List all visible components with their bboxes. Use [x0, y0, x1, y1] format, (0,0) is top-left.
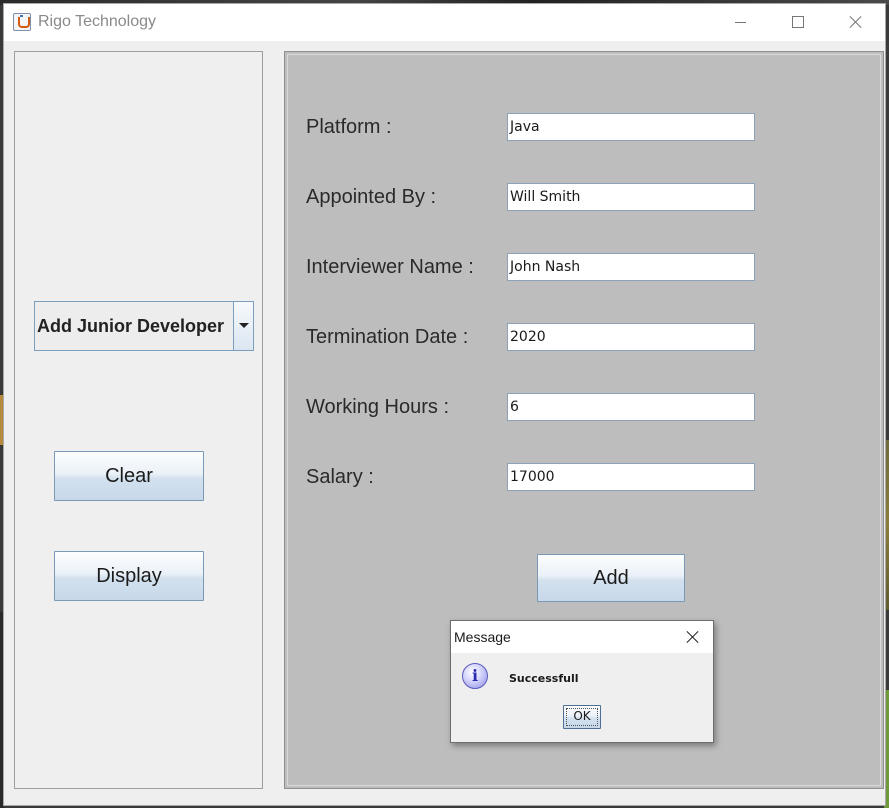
- working-hours-field[interactable]: 6: [507, 393, 755, 421]
- left-panel: Add Junior Developer Clear Display: [14, 51, 263, 789]
- app-window: Rigo Technology Add Junior Developer Cle…: [3, 3, 886, 806]
- developer-type-combo[interactable]: Add Junior Developer: [34, 301, 254, 351]
- clear-button[interactable]: Clear: [54, 451, 204, 501]
- dialog-title: Message: [454, 629, 511, 645]
- ok-button[interactable]: OK: [563, 705, 601, 729]
- minimize-button[interactable]: [711, 4, 769, 41]
- maximize-button[interactable]: [769, 4, 827, 41]
- working-hours-label: Working Hours :: [306, 396, 450, 418]
- interviewer-name-field[interactable]: John Nash: [507, 253, 755, 281]
- close-icon[interactable]: [685, 629, 701, 645]
- message-dialog: Message i Successfull OK: [450, 620, 714, 743]
- add-button[interactable]: Add: [537, 554, 685, 602]
- salary-field[interactable]: 17000: [507, 463, 755, 491]
- termination-date-label: Termination Date :: [306, 326, 469, 348]
- interviewer-name-label: Interviewer Name :: [306, 256, 474, 278]
- java-app-icon: [13, 13, 31, 31]
- chevron-down-icon[interactable]: [233, 302, 253, 350]
- platform-label: Platform :: [306, 116, 392, 138]
- title-bar[interactable]: Rigo Technology: [4, 4, 885, 41]
- appointed-by-field[interactable]: Will Smith: [507, 183, 755, 211]
- termination-date-field[interactable]: 2020: [507, 323, 755, 351]
- window-title: Rigo Technology: [38, 13, 157, 30]
- combo-selected-value: Add Junior Developer: [37, 316, 225, 336]
- appointed-by-label: Appointed By :: [306, 186, 437, 208]
- platform-field[interactable]: Java: [507, 113, 755, 141]
- dialog-title-bar[interactable]: Message: [451, 621, 713, 653]
- display-button[interactable]: Display: [54, 551, 204, 601]
- close-window-button[interactable]: [827, 4, 885, 41]
- info-icon: i: [462, 663, 488, 689]
- dialog-message: Successfull: [509, 672, 579, 685]
- salary-label: Salary :: [306, 466, 374, 488]
